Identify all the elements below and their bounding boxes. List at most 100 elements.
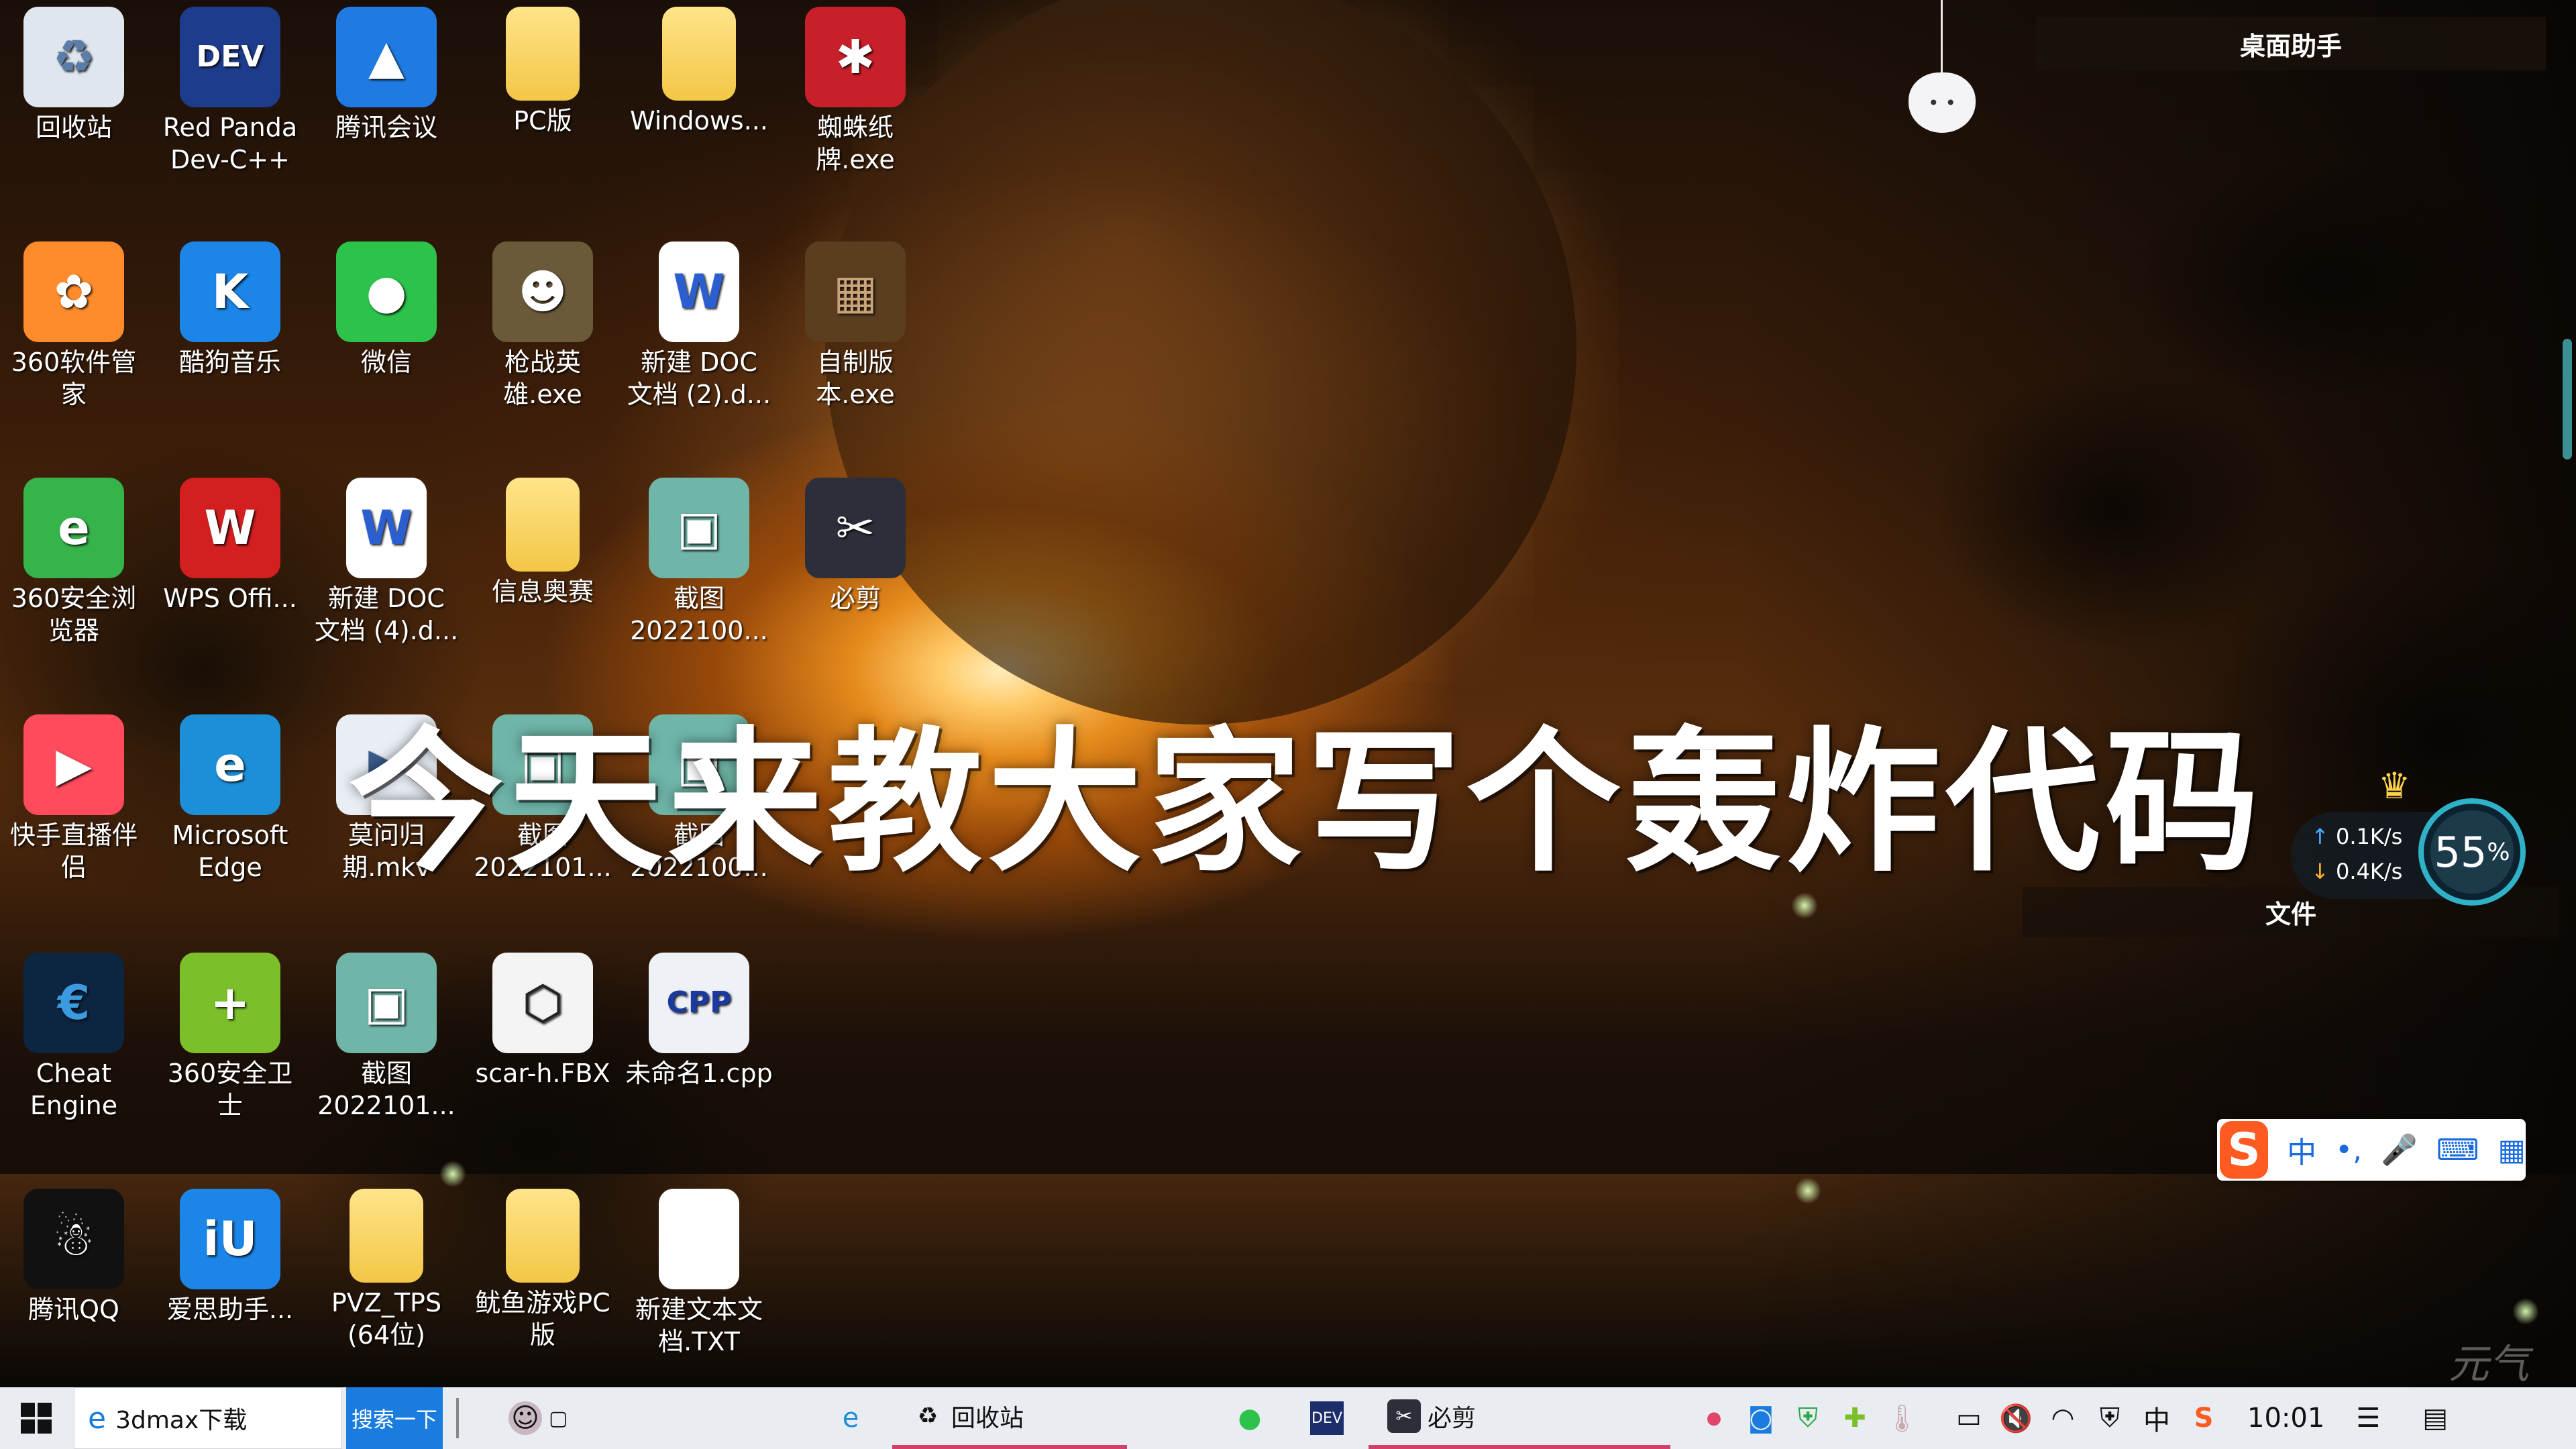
desktop-icon[interactable]: ▲ 腾讯会议 bbox=[313, 7, 460, 144]
bijian-editor-icon: ✂ bbox=[805, 478, 906, 578]
taskbar-app-devcpp[interactable]: DEV bbox=[1291, 1387, 1362, 1449]
desktop-icon[interactable]: e Microsoft Edge bbox=[156, 714, 304, 883]
desktop-icon[interactable]: +360安全卫士 bbox=[156, 953, 304, 1122]
desktop-icon[interactable]: K 酷狗音乐 bbox=[156, 241, 304, 378]
desktop-icon[interactable]: CPP 未命名1.cpp bbox=[625, 953, 773, 1089]
desktop-icon[interactable]: iU 爱思助手... bbox=[156, 1189, 304, 1326]
watermark: 元气 bbox=[2449, 1341, 2529, 1388]
desktop-icon[interactable]: W 新建 DOC 文档 (4).d... bbox=[313, 478, 460, 647]
edge-icon: e bbox=[180, 714, 280, 815]
wallpaper-firefly bbox=[1794, 1177, 1821, 1204]
wallpaper-firefly bbox=[2512, 1298, 2539, 1325]
thermometer-icon[interactable]: 🌡 bbox=[1885, 1401, 1919, 1435]
desktop-icon-label: 新建文本文档.TXT bbox=[635, 1295, 763, 1356]
tencent-meeting-icon: ▲ bbox=[336, 7, 437, 107]
taskbar-clock[interactable]: 10:01 bbox=[2247, 1403, 2324, 1434]
sogou-logo-icon[interactable]: S bbox=[2220, 1121, 2269, 1179]
crown-icon: ♛ bbox=[2378, 765, 2411, 807]
start-button[interactable] bbox=[0, 1387, 72, 1449]
desktop-icon[interactable]: ✂ 必剪 bbox=[782, 478, 929, 614]
word-document-icon: W bbox=[346, 478, 427, 578]
desktop-icon-label: 快手直播伴侣 bbox=[9, 820, 138, 882]
battery-icon[interactable]: ▭ bbox=[1952, 1401, 1986, 1435]
desktop-icon[interactable]: ⬡ scar-h.FBX bbox=[469, 953, 616, 1089]
desktop-icon[interactable]: ☻ 枪战英雄.exe bbox=[469, 241, 616, 411]
upload-arrow-icon: ↑ bbox=[2311, 824, 2329, 849]
desktop-icon[interactable]: W 新建 DOC 文档 (2).d... bbox=[625, 241, 773, 411]
keyboard-icon[interactable]: ⌨ bbox=[2436, 1133, 2479, 1167]
cat-pendant-icon[interactable]: • • bbox=[1909, 72, 1976, 133]
desktop-icon[interactable]: € Cheat Engine bbox=[0, 953, 148, 1122]
360-tray-icon[interactable]: ✚ bbox=[1838, 1401, 1872, 1435]
desktop-icon[interactable]: 信息奥赛 bbox=[469, 478, 616, 608]
taskbar-app-label: 回收站 bbox=[951, 1405, 1024, 1432]
desktop-icon[interactable]: DEV Red Panda Dev-C++ bbox=[156, 7, 304, 176]
wifi-icon[interactable]: ◠ bbox=[2046, 1401, 2080, 1435]
search-button[interactable]: 搜索一下 bbox=[346, 1387, 443, 1449]
ie-icon: e bbox=[88, 1401, 107, 1436]
record-dot-icon[interactable]: ● bbox=[1697, 1401, 1731, 1435]
desktop-icon[interactable]: PVZ_TPS (64位) bbox=[313, 1189, 460, 1351]
desktop-icon-label: 截图 2022101... bbox=[317, 1059, 455, 1120]
taskbar-app-recycle-bin[interactable]: ♻ 回收站 bbox=[892, 1387, 1127, 1449]
taskbar-app-wechat[interactable]: ● bbox=[1214, 1387, 1285, 1449]
desktop-icon[interactable]: ▶ 快手直播伴侣 bbox=[0, 714, 148, 883]
toolbox-icon[interactable]: ▦ bbox=[2498, 1133, 2526, 1167]
edge-scroll-indicator[interactable] bbox=[2563, 339, 2572, 460]
360-security-tray-icon[interactable]: ⛨ bbox=[1791, 1401, 1825, 1435]
desktop-icon-label: 腾讯QQ bbox=[28, 1295, 119, 1324]
desktop-icon[interactable]: e 360安全浏览器 bbox=[0, 478, 148, 647]
desktop-icon[interactable]: PC版 bbox=[469, 7, 616, 137]
desktop-icon-label: 未命名1.cpp bbox=[625, 1059, 773, 1088]
tray-app-icon[interactable]: ◙ bbox=[1744, 1401, 1778, 1435]
cheat-engine-icon: € bbox=[23, 953, 124, 1053]
folder-icon bbox=[662, 7, 736, 101]
ime-mode-toggle[interactable]: 中 bbox=[2287, 1128, 2316, 1171]
security-shield-icon[interactable]: ⛨ bbox=[2093, 1401, 2127, 1435]
desktop-icon[interactable]: Windows... bbox=[625, 7, 773, 137]
notification-center-icon[interactable]: ☰ bbox=[2351, 1401, 2385, 1435]
taskbar-app-anime[interactable]: ☺ ▢ bbox=[490, 1387, 580, 1449]
desktop-icon-label: Windows... bbox=[630, 106, 768, 136]
360-security-icon: + bbox=[180, 953, 280, 1053]
system-tray: ● ◙ ⛨ ✚ 🌡 ▭ 🔇 ◠ ⛨ 中 S 10:01 ☰ ▤ bbox=[1690, 1387, 2576, 1449]
desktop-icon-label: WPS Offi... bbox=[163, 584, 297, 613]
desktop-icon[interactable]: ▦ 自制版本.exe bbox=[782, 241, 929, 411]
microphone-icon[interactable]: 🎤 bbox=[2381, 1132, 2418, 1167]
download-speed: 0.4K/s bbox=[2335, 859, 2403, 884]
usage-percent-ring: 55% bbox=[2418, 798, 2526, 906]
taskbar-app-bijian[interactable]: ✂ 必剪 bbox=[1368, 1387, 1670, 1449]
desktop-icon-label: 酷狗音乐 bbox=[178, 347, 281, 377]
browser-search-box[interactable]: e 3dmax下载 bbox=[74, 1387, 342, 1449]
desktop-icon[interactable]: ✱ 蜘蛛纸牌.exe bbox=[782, 7, 929, 176]
windows-logo-icon bbox=[21, 1403, 52, 1434]
desktop-icon[interactable]: ☃ 腾讯QQ bbox=[0, 1189, 148, 1326]
desktop-icon-label: 爱思助手... bbox=[166, 1295, 294, 1324]
desktop-assistant-title: 桌面助手 bbox=[2239, 31, 2342, 61]
kuaishou-live-icon: ▶ bbox=[23, 714, 124, 815]
desktop-icon[interactable]: 鱿鱼游戏PC版 bbox=[469, 1189, 616, 1351]
desktop-icon[interactable]: ▣ 截图 2022100... bbox=[625, 478, 773, 647]
search-input[interactable]: 3dmax下载 bbox=[115, 1401, 247, 1436]
desktop-icon[interactable]: W WPS Offi... bbox=[156, 478, 304, 614]
desktop-icon[interactable]: ✿ 360软件管家 bbox=[0, 241, 148, 411]
sogou-ime-toolbar[interactable]: S 中 •, 🎤 ⌨ ▦ bbox=[2217, 1119, 2526, 1181]
action-center-icon[interactable]: ▤ bbox=[2418, 1401, 2452, 1435]
qq-icon: ☃ bbox=[23, 1189, 124, 1289]
sogou-tray-icon[interactable]: S bbox=[2187, 1401, 2220, 1435]
desktop-icon[interactable]: ♻ 回收站 bbox=[0, 7, 148, 144]
folder-icon bbox=[506, 7, 580, 101]
input-method-indicator[interactable]: 中 bbox=[2140, 1401, 2174, 1436]
desktop-assistant-header[interactable]: 桌面助手 bbox=[2036, 17, 2546, 70]
taskbar-app-edge[interactable]: e bbox=[815, 1387, 886, 1449]
screenshot-image-icon: ▣ bbox=[649, 478, 749, 578]
desktop-icon-label: 微信 bbox=[360, 347, 412, 377]
desktop-icon[interactable]: ● 微信 bbox=[313, 241, 460, 378]
ime-punctuation-toggle[interactable]: •, bbox=[2335, 1133, 2362, 1167]
desktop-icon[interactable]: 新建文本文档.TXT bbox=[625, 1189, 773, 1358]
desktop-icon[interactable]: ▣ 截图 2022101... bbox=[313, 953, 460, 1122]
recycle-bin-icon: ♻ bbox=[23, 7, 124, 107]
network-speed-widget[interactable]: ♛ ↑ 0.1K/s ↓ 0.4K/s 55% bbox=[2291, 765, 2532, 912]
desktop-icon-label: 信息奥赛 bbox=[491, 577, 594, 606]
volume-muted-icon[interactable]: 🔇 bbox=[1999, 1401, 2033, 1435]
